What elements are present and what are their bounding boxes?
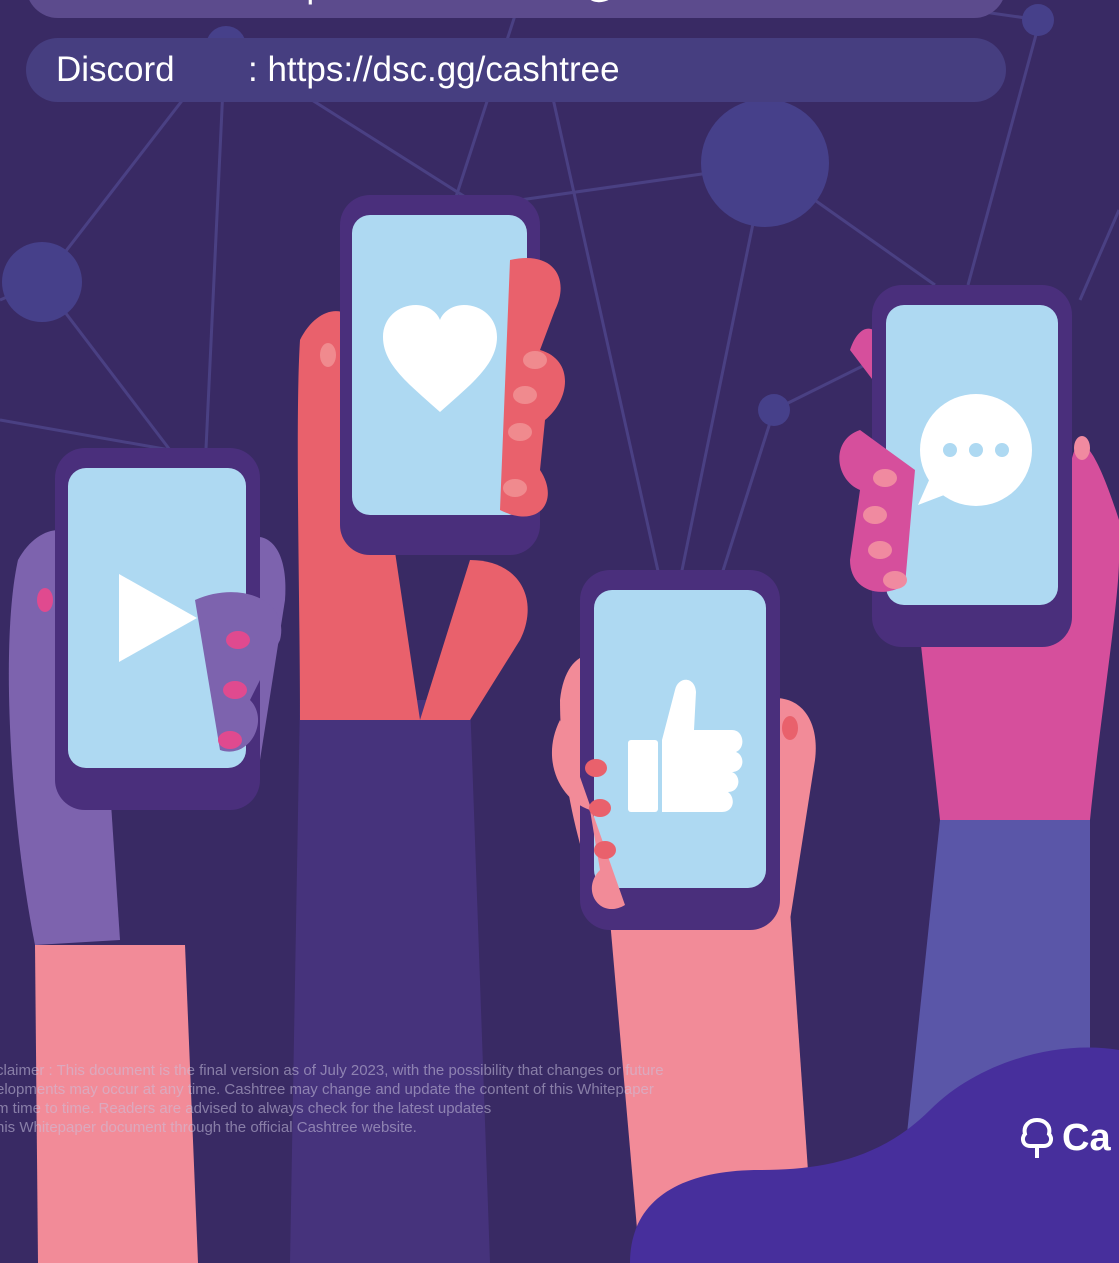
hand-salmon: [551, 570, 816, 930]
brand-logo: Ca: [1018, 1116, 1111, 1160]
contact-link[interactable]: : https://medium.com/@cashtreetoken: [248, 0, 838, 18]
sleeve-center-left: [290, 700, 490, 1263]
network-node: [2, 242, 82, 322]
contact-label: Discord: [56, 50, 175, 89]
contact-row-discord: Discord : https://dsc.gg/cashtree: [26, 38, 1006, 102]
network-node: [758, 394, 790, 426]
hand-purple: [8, 448, 286, 945]
contact-label: Medium: [56, 0, 180, 18]
network-node: [1022, 4, 1054, 36]
tree-logo-icon: [1020, 1117, 1054, 1158]
disclaimer-text: claimer : This document is the final ver…: [0, 1062, 664, 1136]
network-node: [701, 99, 829, 227]
hand-red: [297, 195, 565, 720]
contact-link[interactable]: : https://dsc.gg/cashtree: [248, 38, 620, 102]
brand-name: Ca: [1062, 1116, 1111, 1159]
hand-pink: [839, 285, 1119, 820]
contact-row-medium: Medium : https://medium.com/@cashtreetok…: [26, 0, 1006, 18]
